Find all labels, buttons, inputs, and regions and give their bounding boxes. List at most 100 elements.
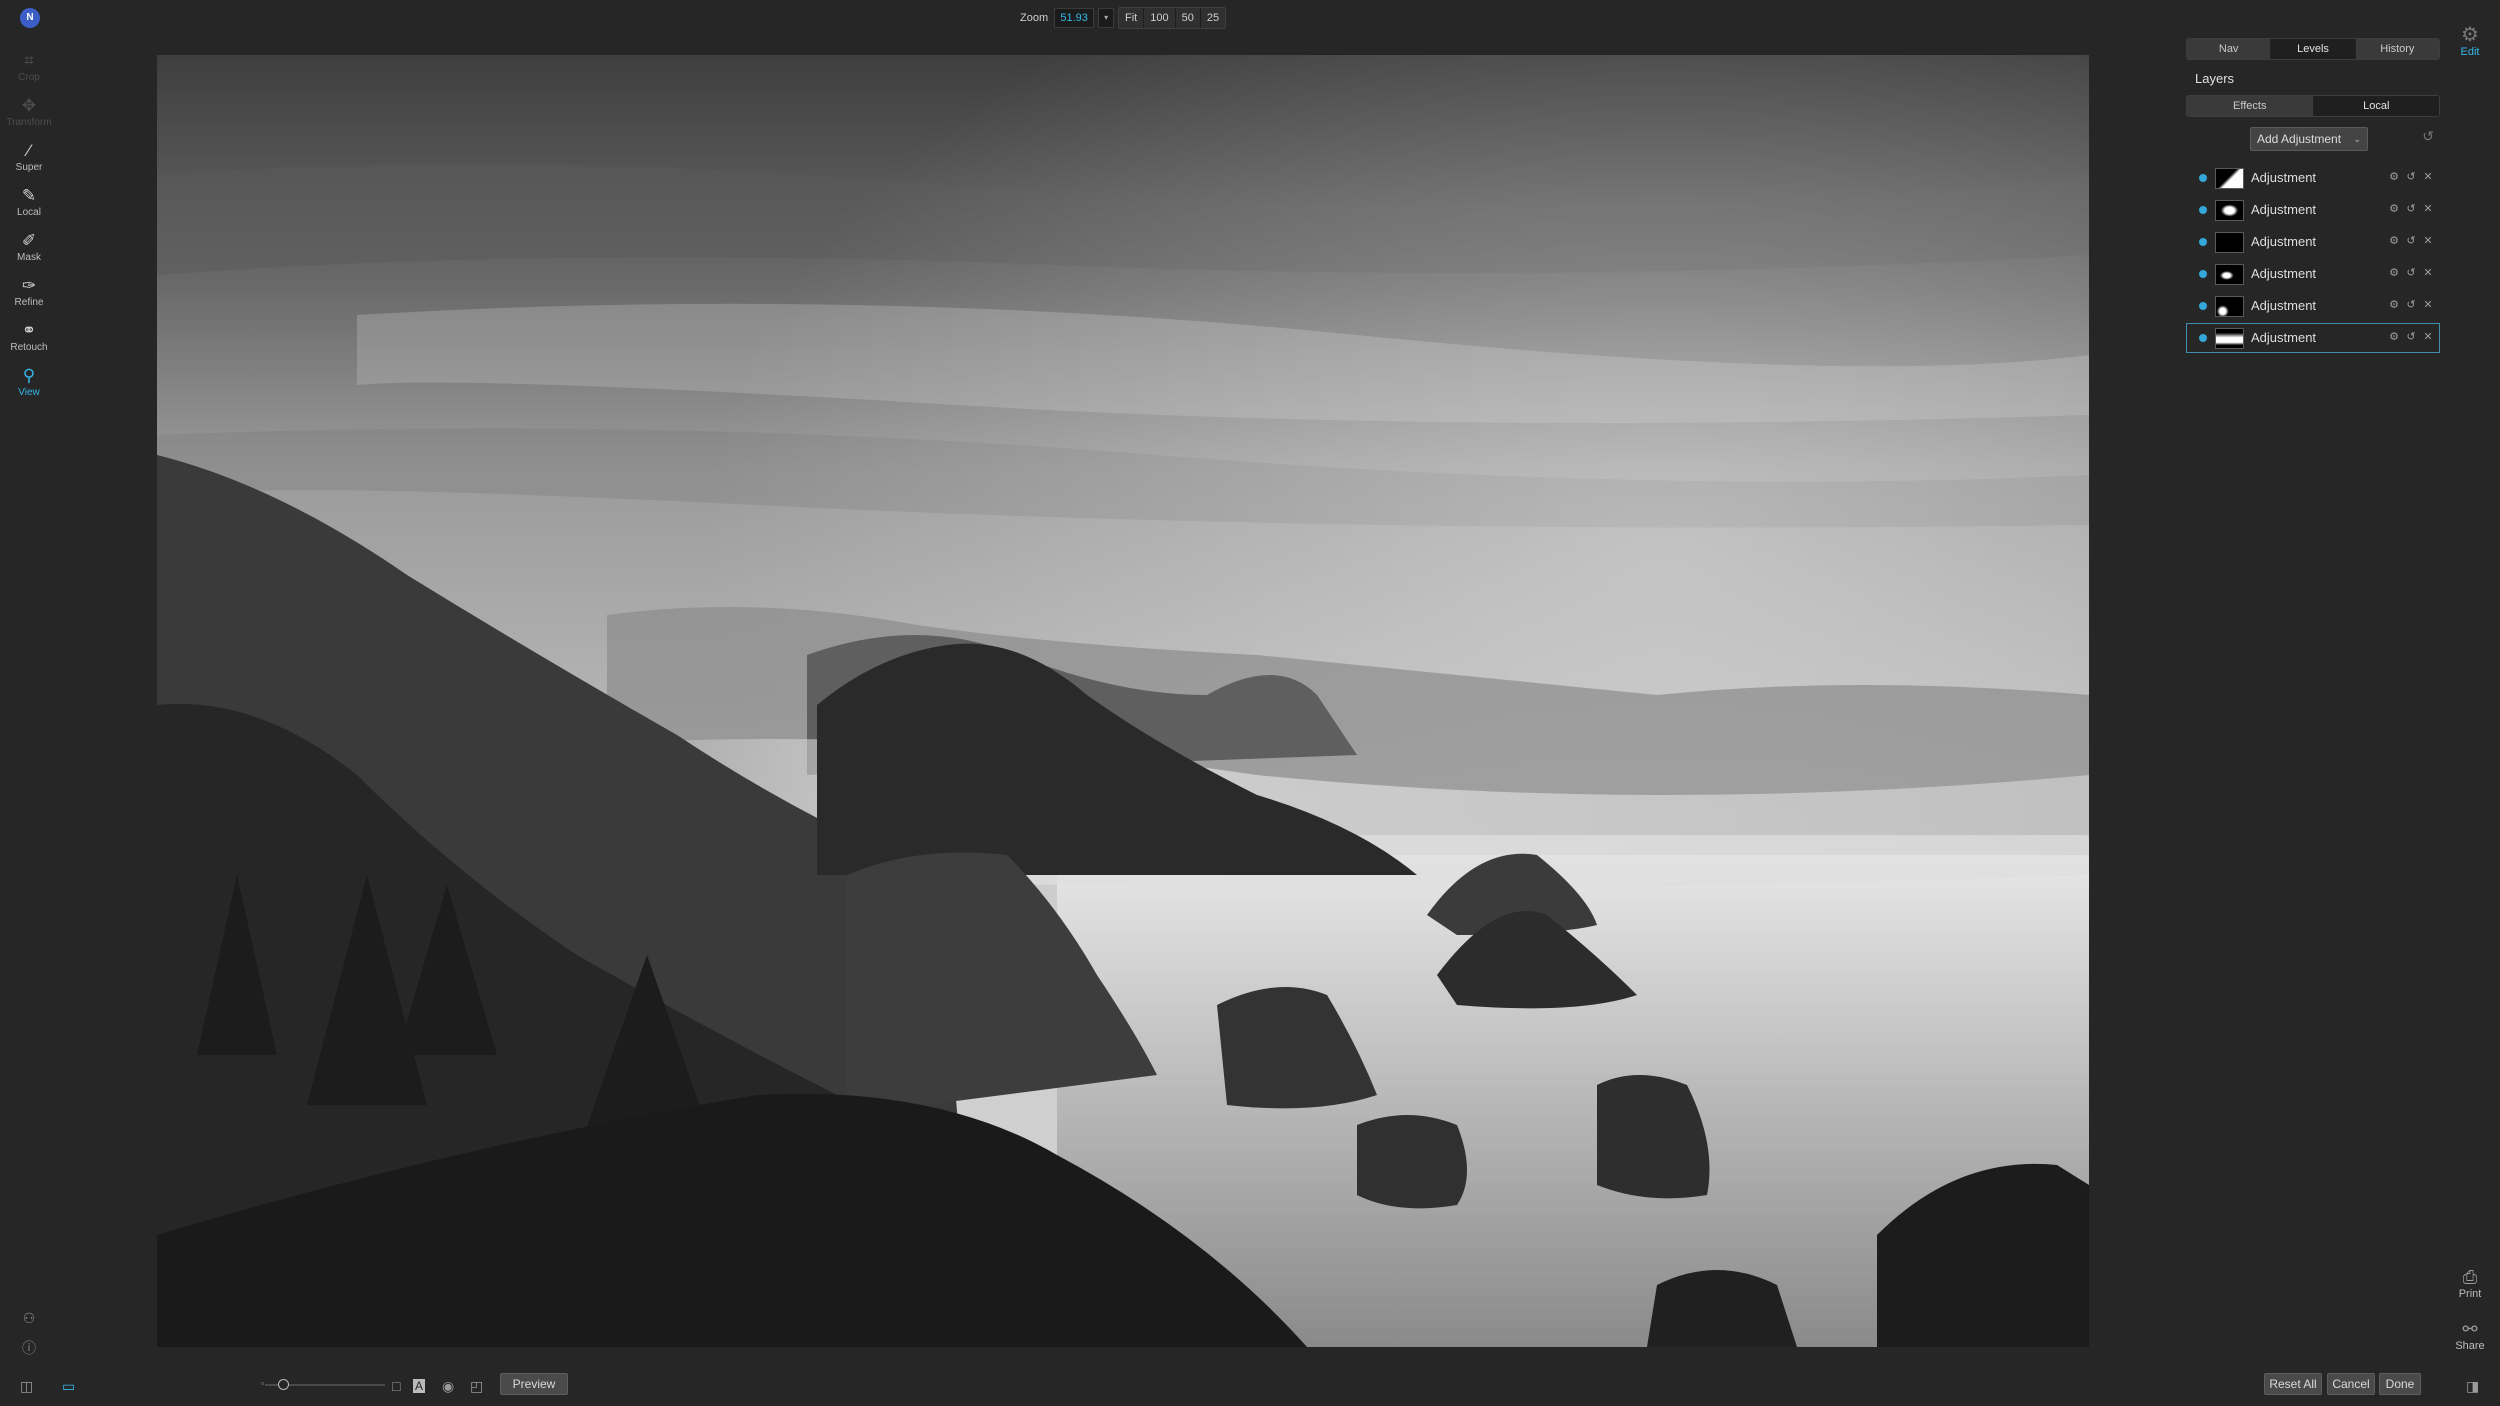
layer-reset-icon[interactable]: ↺	[2404, 202, 2418, 215]
layer-reset-icon[interactable]: ↺	[2404, 234, 2418, 247]
done-button[interactable]: Done	[2379, 1373, 2421, 1395]
single-view-icon[interactable]: ▭	[62, 1378, 75, 1395]
mask-thumbnail	[2215, 264, 2244, 285]
tool-transform[interactable]: ✥ Transform	[0, 95, 58, 140]
zoom-preset-25-button[interactable]: 25	[1201, 8, 1225, 28]
tab-levels[interactable]: Levels	[2271, 39, 2356, 59]
help-icon[interactable]: ⓘ	[18, 1338, 40, 1358]
visibility-dot-icon[interactable]	[2199, 334, 2207, 342]
transform-icon: ✥	[21, 96, 37, 115]
refine-icon: ✑	[21, 276, 37, 295]
visibility-dot-icon[interactable]	[2199, 206, 2207, 214]
layer-delete-icon[interactable]: ✕	[2421, 202, 2435, 215]
layer-delete-icon[interactable]: ✕	[2421, 234, 2435, 247]
layer-reset-icon[interactable]: ↺	[2404, 266, 2418, 279]
photo-canvas[interactable]	[157, 55, 2089, 1347]
tab-effects[interactable]: Effects	[2187, 96, 2314, 116]
right-panel: Nav Levels History Layers Effects Local …	[2186, 38, 2440, 355]
zoom-presets: Fit 100 50 25	[1118, 7, 1227, 29]
preview-button[interactable]: Preview	[500, 1373, 568, 1395]
layer-delete-icon[interactable]: ✕	[2421, 266, 2435, 279]
app-logo[interactable]: N	[20, 8, 40, 28]
mask-icon: ✐	[21, 231, 37, 250]
tool-refine[interactable]: ✑ Refine	[0, 275, 58, 320]
share-button[interactable]: ⚯ Share	[2450, 1318, 2490, 1352]
visibility-dot-icon[interactable]	[2199, 174, 2207, 182]
zoom-preset-fit-button[interactable]: Fit	[1119, 8, 1145, 28]
print-button[interactable]: ⎙ Print	[2450, 1266, 2490, 1300]
mask-thumbnail	[2215, 328, 2244, 349]
layer-row[interactable]: Adjustment ⚙ ↺ ✕	[2186, 163, 2440, 193]
auto-icon[interactable]: A	[413, 1379, 426, 1393]
layer-delete-icon[interactable]: ✕	[2421, 330, 2435, 343]
layer-reset-icon[interactable]: ↺	[2404, 298, 2418, 311]
layer-delete-icon[interactable]: ✕	[2421, 170, 2435, 183]
tool-label: Local	[17, 207, 41, 218]
add-adjustment-dropdown[interactable]: Add Adjustment ⌄	[2250, 127, 2368, 151]
edit-mode-button[interactable]: ⚙ Edit	[2450, 24, 2490, 58]
tool-sidebar: ⌗ Crop ✥ Transform ⁄ Super ✎ Local ✐ Mas…	[0, 50, 58, 410]
slider-min-icon: ▫	[261, 1378, 265, 1388]
zoom-preset-50-button[interactable]: 50	[1176, 8, 1201, 28]
layers-list: Adjustment ⚙ ↺ ✕ Adjustment ⚙ ↺ ✕ Adjust…	[2186, 163, 2440, 353]
user-icon[interactable]: ⚇	[18, 1310, 40, 1327]
tab-history[interactable]: History	[2355, 39, 2439, 59]
layer-row[interactable]: Adjustment ⚙ ↺ ✕	[2186, 227, 2440, 257]
visibility-dot-icon[interactable]	[2199, 238, 2207, 246]
layer-delete-icon[interactable]: ✕	[2421, 298, 2435, 311]
zoom-dropdown-chevron-icon[interactable]: ▾	[1098, 8, 1115, 28]
gear-icon: ⚙	[2461, 24, 2479, 46]
cancel-button[interactable]: Cancel	[2327, 1373, 2375, 1395]
view-icon: ⚲	[22, 366, 36, 385]
slider-handle[interactable]	[278, 1379, 289, 1390]
tool-mask[interactable]: ✐ Mask	[0, 230, 58, 275]
retouch-icon: ⚭	[21, 321, 37, 340]
layer-name: Adjustment	[2251, 202, 2317, 217]
layer-reset-icon[interactable]: ↺	[2404, 330, 2418, 343]
visibility-dot-icon[interactable]	[2199, 302, 2207, 310]
layer-settings-icon[interactable]: ⚙	[2387, 330, 2401, 343]
bottom-bar: ◫ ▭ ▫ □ A ◉ ◰ ◨	[0, 1366, 2500, 1406]
share-label: Share	[2455, 1340, 2485, 1352]
landscape-photo	[157, 55, 2089, 1347]
tool-label: Transform	[6, 117, 52, 128]
edit-label: Edit	[2460, 46, 2480, 58]
layer-settings-icon[interactable]: ⚙	[2387, 266, 2401, 279]
mask-thumbnail	[2215, 296, 2244, 317]
local-brush-icon: ✎	[21, 186, 37, 205]
layers-title: Layers	[2195, 71, 2235, 86]
layer-row[interactable]: Adjustment ⚙ ↺ ✕	[2186, 259, 2440, 289]
layer-settings-icon[interactable]: ⚙	[2387, 234, 2401, 247]
layer-type-tabs: Effects Local	[2186, 95, 2440, 117]
tab-local[interactable]: Local	[2313, 96, 2439, 116]
layer-name: Adjustment	[2251, 298, 2317, 313]
visibility-dot-icon[interactable]	[2199, 270, 2207, 278]
tool-label: Refine	[14, 297, 44, 308]
layer-reset-icon[interactable]: ↺	[2404, 170, 2418, 183]
tool-label: View	[18, 387, 40, 398]
reset-layers-icon[interactable]: ↺	[2422, 128, 2434, 145]
tool-retouch[interactable]: ⚭ Retouch	[0, 320, 58, 365]
print-icon: ⎙	[2462, 1267, 2478, 1287]
tool-local[interactable]: ✎ Local	[0, 185, 58, 230]
reset-all-button[interactable]: Reset All	[2264, 1373, 2322, 1395]
layer-row[interactable]: Adjustment ⚙ ↺ ✕	[2186, 323, 2440, 353]
compare-icon[interactable]: □	[392, 1378, 400, 1394]
zoom-preset-100-button[interactable]: 100	[1144, 8, 1176, 28]
tool-view[interactable]: ⚲ View	[0, 365, 58, 410]
tab-nav[interactable]: Nav	[2187, 39, 2272, 59]
layer-row[interactable]: Adjustment ⚙ ↺ ✕	[2186, 195, 2440, 225]
clipping-icon[interactable]: ◰	[470, 1378, 483, 1395]
mask-thumbnail	[2215, 168, 2244, 189]
layer-settings-icon[interactable]: ⚙	[2387, 202, 2401, 215]
mask-overlay-icon[interactable]: ◉	[442, 1378, 454, 1395]
zoom-value-input[interactable]: 51.93	[1054, 8, 1095, 28]
layer-settings-icon[interactable]: ⚙	[2387, 170, 2401, 183]
tool-label: Crop	[18, 72, 40, 83]
toggle-left-panel-icon[interactable]: ◫	[20, 1378, 33, 1395]
tool-super[interactable]: ⁄ Super	[0, 140, 58, 185]
toggle-right-panel-icon[interactable]: ◨	[2466, 1378, 2479, 1395]
tool-crop[interactable]: ⌗ Crop	[0, 50, 58, 95]
layer-settings-icon[interactable]: ⚙	[2387, 298, 2401, 311]
layer-row[interactable]: Adjustment ⚙ ↺ ✕	[2186, 291, 2440, 321]
